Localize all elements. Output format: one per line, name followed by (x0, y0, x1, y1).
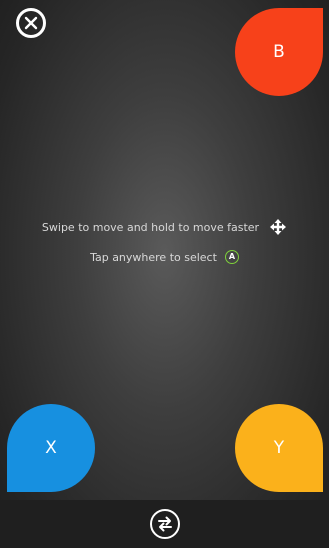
swipe-instruction: Swipe to move and hold to move faster (0, 218, 329, 236)
x-button-label: X (45, 438, 57, 458)
y-button[interactable]: Y (235, 404, 323, 492)
b-button-label: B (273, 42, 285, 62)
switch-arrows-icon (157, 516, 172, 532)
tap-instruction: Tap anywhere to select A (0, 250, 329, 264)
y-button-label: Y (273, 438, 285, 458)
b-button[interactable]: B (235, 8, 323, 96)
switch-button[interactable] (149, 509, 180, 539)
move-arrows-icon (270, 219, 287, 235)
tap-instruction-text: Tap anywhere to select (90, 250, 217, 264)
a-button-icon: A (224, 250, 239, 264)
bottom-app-bar (0, 500, 329, 548)
gamepad-screen[interactable]: B Swipe to move and hold to move faster … (0, 0, 329, 548)
close-button[interactable] (16, 8, 46, 38)
close-icon (24, 16, 38, 30)
swipe-instruction-text: Swipe to move and hold to move faster (41, 220, 260, 234)
x-button[interactable]: X (7, 404, 95, 492)
